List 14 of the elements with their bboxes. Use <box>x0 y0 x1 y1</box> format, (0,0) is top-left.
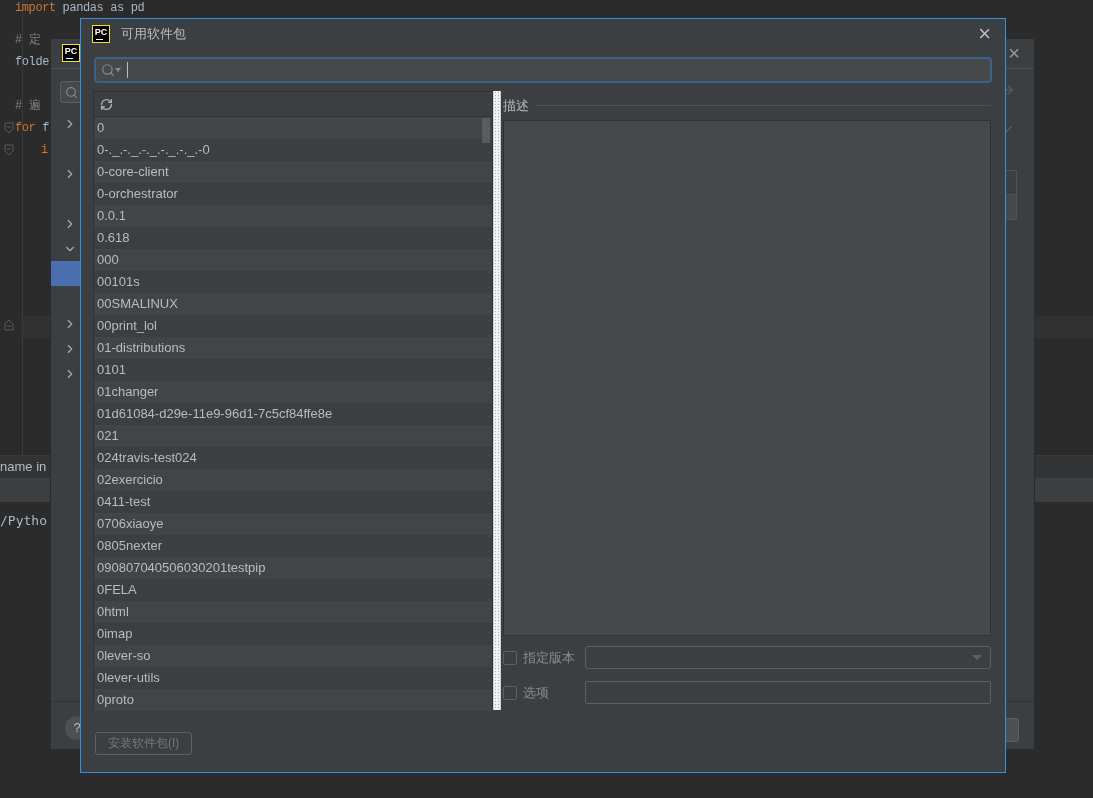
code-line: for f <box>15 120 49 137</box>
code-line: folde <box>15 54 49 71</box>
app-logo-icon: PC <box>92 25 110 43</box>
dialog-title: 可用软件包 <box>121 25 186 44</box>
code-line: i <box>41 142 48 159</box>
app-logo-icon: PC <box>62 44 80 62</box>
code-line: import pandas as pd <box>15 0 145 17</box>
code-line: # 定 <box>15 32 41 49</box>
option-label: 选项 <box>523 683 550 702</box>
option-label: 指定版本 <box>523 648 576 667</box>
section-label: 描述 <box>503 96 529 115</box>
console-text: /Pytho <box>0 513 47 528</box>
panel-title: name in <box>0 458 47 477</box>
code-line: # 遍 <box>15 98 41 115</box>
